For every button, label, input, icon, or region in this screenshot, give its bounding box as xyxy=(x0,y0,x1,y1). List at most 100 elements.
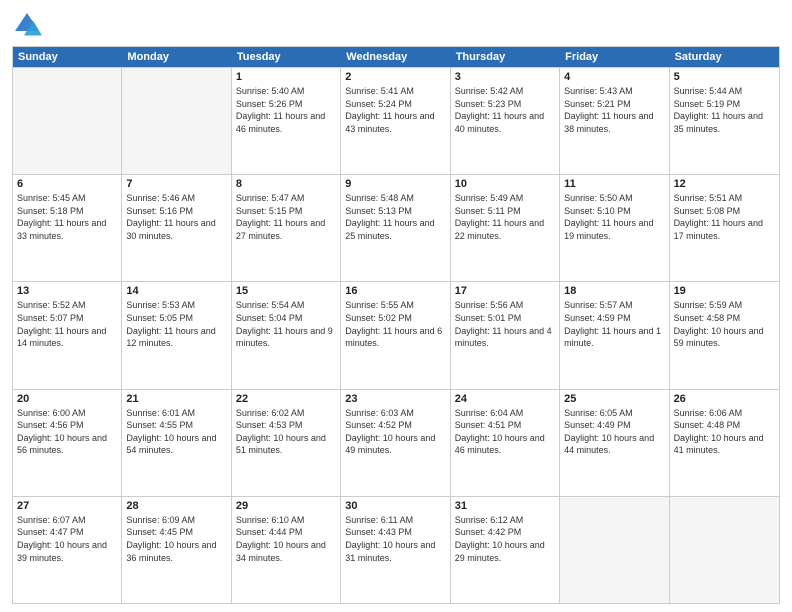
day-number: 23 xyxy=(345,393,445,405)
calendar-body: 1Sunrise: 5:40 AM Sunset: 5:26 PM Daylig… xyxy=(13,67,779,603)
calendar-cell: 19Sunrise: 5:59 AM Sunset: 4:58 PM Dayli… xyxy=(670,282,779,388)
cell-info: Sunrise: 5:52 AM Sunset: 5:07 PM Dayligh… xyxy=(17,299,117,349)
cell-info: Sunrise: 5:47 AM Sunset: 5:15 PM Dayligh… xyxy=(236,192,336,242)
calendar: SundayMondayTuesdayWednesdayThursdayFrid… xyxy=(12,46,780,604)
cell-info: Sunrise: 6:01 AM Sunset: 4:55 PM Dayligh… xyxy=(126,407,226,457)
calendar-row-1: 6 Sunrise: 5:45 AM Sunset: 5:18 PM Daylig… xyxy=(13,174,779,281)
cell-info: Sunrise: 5:57 AM Sunset: 4:59 PM Dayligh… xyxy=(564,299,664,349)
header-day-thursday: Thursday xyxy=(451,47,560,67)
day-number: 14 xyxy=(126,285,226,297)
calendar-cell: 6 Sunrise: 5:45 AM Sunset: 5:18 PM Daylig… xyxy=(13,175,122,281)
day-number: 4 xyxy=(564,71,664,83)
day-number: 2 xyxy=(345,71,445,83)
day-number: 8 xyxy=(236,178,336,190)
calendar-cell: 30 Sunrise: 6:11 AM Sunset: 4:43 PM Dayli… xyxy=(341,497,450,603)
cell-info: Sunrise: 6:03 AM Sunset: 4:52 PM Dayligh… xyxy=(345,407,445,457)
cell-info: Sunrise: 6:11 AM Sunset: 4:43 PM Dayligh… xyxy=(345,514,445,564)
day-number: 30 xyxy=(345,500,445,512)
cell-info: Sunrise: 6:00 AM Sunset: 4:56 PM Dayligh… xyxy=(17,407,117,457)
calendar-cell: 9Sunrise: 5:48 AM Sunset: 5:13 PM Daylig… xyxy=(341,175,450,281)
day-number: 21 xyxy=(126,393,226,405)
calendar-cell: 3Sunrise: 5:42 AM Sunset: 5:23 PM Daylig… xyxy=(451,68,560,174)
header-day-friday: Friday xyxy=(560,47,669,67)
page-container: SundayMondayTuesdayWednesdayThursdayFrid… xyxy=(0,0,792,612)
logo-icon xyxy=(12,10,42,40)
day-number: 17 xyxy=(455,285,555,297)
calendar-cell: 28Sunrise: 6:09 AM Sunset: 4:45 PM Dayli… xyxy=(122,497,231,603)
calendar-cell: 22 Sunrise: 6:02 AM Sunset: 4:53 PM Dayli… xyxy=(232,390,341,496)
cell-info: Sunrise: 6:12 AM Sunset: 4:42 PM Dayligh… xyxy=(455,514,555,564)
cell-info: Sunrise: 6:07 AM Sunset: 4:47 PM Dayligh… xyxy=(17,514,117,564)
day-number: 22 xyxy=(236,393,336,405)
day-number: 11 xyxy=(564,178,664,190)
day-number: 18 xyxy=(564,285,664,297)
cell-info: Sunrise: 5:59 AM Sunset: 4:58 PM Dayligh… xyxy=(674,299,775,349)
calendar-row-3: 20 Sunrise: 6:00 AM Sunset: 4:56 PM Dayli… xyxy=(13,389,779,496)
cell-info: Sunrise: 6:04 AM Sunset: 4:51 PM Dayligh… xyxy=(455,407,555,457)
calendar-cell: 18 Sunrise: 5:57 AM Sunset: 4:59 PM Dayli… xyxy=(560,282,669,388)
calendar-cell: 25Sunrise: 6:05 AM Sunset: 4:49 PM Dayli… xyxy=(560,390,669,496)
day-number: 13 xyxy=(17,285,117,297)
calendar-cell xyxy=(122,68,231,174)
calendar-cell: 31 Sunrise: 6:12 AM Sunset: 4:42 PM Dayli… xyxy=(451,497,560,603)
calendar-cell: 11 Sunrise: 5:50 AM Sunset: 5:10 PM Dayli… xyxy=(560,175,669,281)
calendar-cell: 15Sunrise: 5:54 AM Sunset: 5:04 PM Dayli… xyxy=(232,282,341,388)
calendar-cell: 2 Sunrise: 5:41 AM Sunset: 5:24 PM Daylig… xyxy=(341,68,450,174)
cell-info: Sunrise: 5:51 AM Sunset: 5:08 PM Dayligh… xyxy=(674,192,775,242)
cell-info: Sunrise: 5:54 AM Sunset: 5:04 PM Dayligh… xyxy=(236,299,336,349)
calendar-cell: 20 Sunrise: 6:00 AM Sunset: 4:56 PM Dayli… xyxy=(13,390,122,496)
calendar-cell: 17 Sunrise: 5:56 AM Sunset: 5:01 PM Dayli… xyxy=(451,282,560,388)
calendar-cell: 21 Sunrise: 6:01 AM Sunset: 4:55 PM Dayli… xyxy=(122,390,231,496)
calendar-cell: 12 Sunrise: 5:51 AM Sunset: 5:08 PM Dayli… xyxy=(670,175,779,281)
header-day-tuesday: Tuesday xyxy=(232,47,341,67)
cell-info: Sunrise: 6:09 AM Sunset: 4:45 PM Dayligh… xyxy=(126,514,226,564)
header-day-monday: Monday xyxy=(122,47,231,67)
day-number: 20 xyxy=(17,393,117,405)
calendar-cell: 29Sunrise: 6:10 AM Sunset: 4:44 PM Dayli… xyxy=(232,497,341,603)
calendar-cell: 4 Sunrise: 5:43 AM Sunset: 5:21 PM Daylig… xyxy=(560,68,669,174)
header-day-sunday: Sunday xyxy=(13,47,122,67)
day-number: 16 xyxy=(345,285,445,297)
calendar-row-2: 13 Sunrise: 5:52 AM Sunset: 5:07 PM Dayli… xyxy=(13,281,779,388)
calendar-cell: 10 Sunrise: 5:49 AM Sunset: 5:11 PM Dayli… xyxy=(451,175,560,281)
calendar-cell: 13 Sunrise: 5:52 AM Sunset: 5:07 PM Dayli… xyxy=(13,282,122,388)
cell-info: Sunrise: 5:45 AM Sunset: 5:18 PM Dayligh… xyxy=(17,192,117,242)
day-number: 25 xyxy=(564,393,664,405)
cell-info: Sunrise: 5:55 AM Sunset: 5:02 PM Dayligh… xyxy=(345,299,445,349)
calendar-cell: 27Sunrise: 6:07 AM Sunset: 4:47 PM Dayli… xyxy=(13,497,122,603)
day-number: 5 xyxy=(674,71,775,83)
calendar-cell: 14Sunrise: 5:53 AM Sunset: 5:05 PM Dayli… xyxy=(122,282,231,388)
calendar-cell: 16 Sunrise: 5:55 AM Sunset: 5:02 PM Dayli… xyxy=(341,282,450,388)
cell-info: Sunrise: 5:41 AM Sunset: 5:24 PM Dayligh… xyxy=(345,85,445,135)
cell-info: Sunrise: 6:02 AM Sunset: 4:53 PM Dayligh… xyxy=(236,407,336,457)
calendar-cell xyxy=(670,497,779,603)
cell-info: Sunrise: 5:44 AM Sunset: 5:19 PM Dayligh… xyxy=(674,85,775,135)
cell-info: Sunrise: 5:48 AM Sunset: 5:13 PM Dayligh… xyxy=(345,192,445,242)
calendar-cell: 8 Sunrise: 5:47 AM Sunset: 5:15 PM Daylig… xyxy=(232,175,341,281)
calendar-cell: 1Sunrise: 5:40 AM Sunset: 5:26 PM Daylig… xyxy=(232,68,341,174)
header xyxy=(12,10,780,40)
calendar-cell: 7 Sunrise: 5:46 AM Sunset: 5:16 PM Daylig… xyxy=(122,175,231,281)
calendar-cell xyxy=(560,497,669,603)
logo xyxy=(12,10,46,40)
day-number: 29 xyxy=(236,500,336,512)
day-number: 7 xyxy=(126,178,226,190)
day-number: 31 xyxy=(455,500,555,512)
calendar-cell: 24Sunrise: 6:04 AM Sunset: 4:51 PM Dayli… xyxy=(451,390,560,496)
cell-info: Sunrise: 5:50 AM Sunset: 5:10 PM Dayligh… xyxy=(564,192,664,242)
cell-info: Sunrise: 5:56 AM Sunset: 5:01 PM Dayligh… xyxy=(455,299,555,349)
calendar-cell xyxy=(13,68,122,174)
calendar-row-4: 27Sunrise: 6:07 AM Sunset: 4:47 PM Dayli… xyxy=(13,496,779,603)
day-number: 12 xyxy=(674,178,775,190)
calendar-cell: 26 Sunrise: 6:06 AM Sunset: 4:48 PM Dayli… xyxy=(670,390,779,496)
cell-info: Sunrise: 5:49 AM Sunset: 5:11 PM Dayligh… xyxy=(455,192,555,242)
day-number: 26 xyxy=(674,393,775,405)
day-number: 6 xyxy=(17,178,117,190)
header-day-saturday: Saturday xyxy=(670,47,779,67)
calendar-row-0: 1Sunrise: 5:40 AM Sunset: 5:26 PM Daylig… xyxy=(13,67,779,174)
day-number: 1 xyxy=(236,71,336,83)
cell-info: Sunrise: 5:43 AM Sunset: 5:21 PM Dayligh… xyxy=(564,85,664,135)
cell-info: Sunrise: 5:46 AM Sunset: 5:16 PM Dayligh… xyxy=(126,192,226,242)
cell-info: Sunrise: 6:06 AM Sunset: 4:48 PM Dayligh… xyxy=(674,407,775,457)
day-number: 10 xyxy=(455,178,555,190)
